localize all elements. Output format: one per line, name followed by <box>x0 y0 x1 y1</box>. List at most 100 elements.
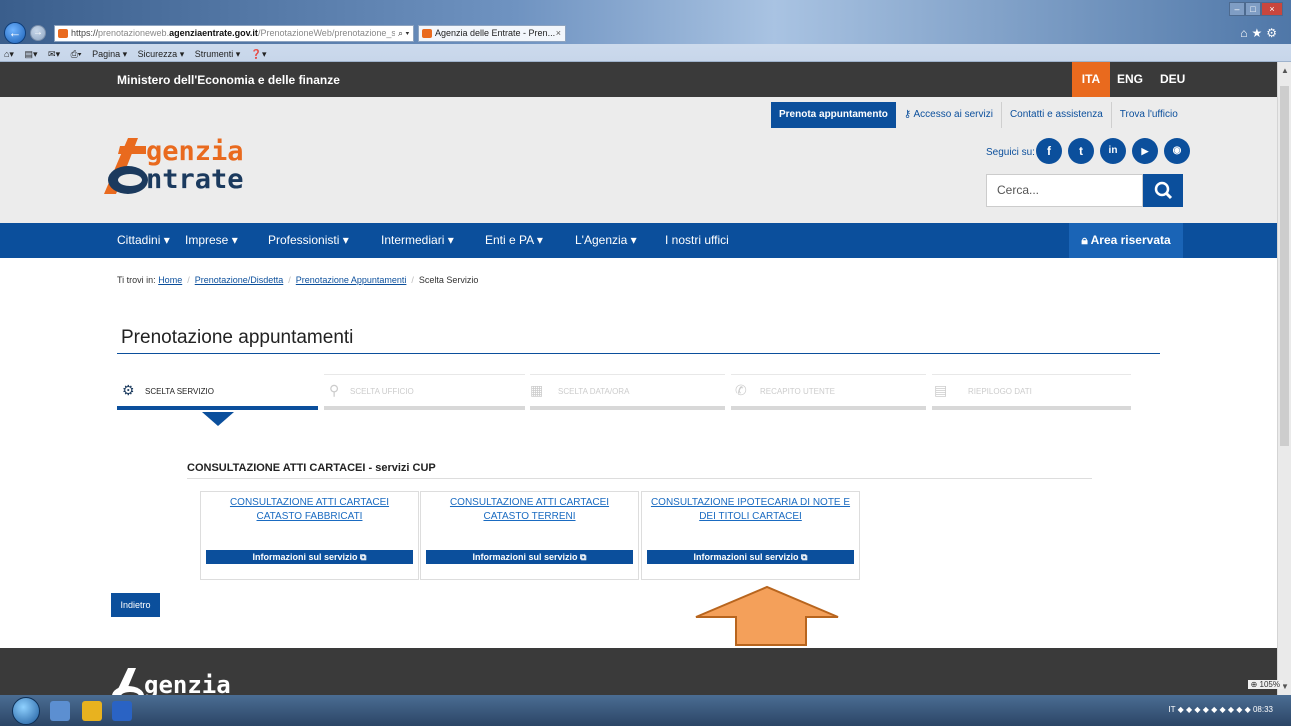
section-divider <box>187 478 1092 479</box>
service-card: CONSULTAZIONE ATTI CARTACEI CATASTO FABBR… <box>200 491 419 580</box>
web-page: Ministero dell'Economia e delle finanze … <box>0 62 1277 695</box>
feeds-icon[interactable]: ▤▾ <box>24 49 37 59</box>
twitter-icon[interactable]: t <box>1068 138 1094 164</box>
command-strumenti[interactable]: Strumenti ▾ <box>195 49 241 59</box>
vertical-scrollbar[interactable]: ▲ ▼ <box>1277 62 1291 695</box>
nav-agenzia[interactable]: L'Agenzia ▾ <box>575 223 637 258</box>
browser-tab[interactable]: Agenzia delle Entrate - Pren... × <box>418 25 566 42</box>
nav-label: Intermediari <box>381 233 445 247</box>
mail-icon[interactable]: ✉▾ <box>48 49 60 59</box>
home-favorites-settings-icons[interactable]: ⌂★⚙ <box>1240 26 1281 40</box>
phone-icon: ✆ <box>735 382 747 398</box>
breadcrumb-current: Scelta Servizio <box>418 275 479 285</box>
command-bar: ⌂▾ ▤▾ ✉▾ ⎙▾ Pagina ▾ Sicurezza ▾ Strumen… <box>0 46 275 62</box>
info-label: Informazioni sul servizio <box>252 552 358 562</box>
back-icon[interactable]: ← <box>4 22 26 44</box>
close-tab-icon[interactable]: × <box>556 26 561 41</box>
youtube-icon[interactable]: ▶ <box>1132 138 1158 164</box>
nav-intermediari[interactable]: Intermediari ▾ <box>381 223 454 258</box>
url-subdomain: prenotazioneweb. <box>98 28 170 38</box>
breadcrumb-home[interactable]: Home <box>158 275 182 285</box>
area-riservata-button[interactable]: 🔒︎ Area riservata <box>1069 223 1183 258</box>
logo-line2: ntrate <box>146 164 244 195</box>
title-divider <box>117 353 1160 354</box>
info-servizio-button[interactable]: Informazioni sul servizio ⧉ <box>426 550 633 564</box>
info-servizio-button[interactable]: Informazioni sul servizio ⧉ <box>206 550 413 564</box>
service-link-ipotecaria[interactable]: CONSULTAZIONE IPOTECARIA DI NOTE E DEI TI… <box>648 496 853 524</box>
search-button[interactable] <box>1143 174 1183 207</box>
rss-icon[interactable]: ◉ <box>1164 138 1190 164</box>
info-servizio-button[interactable]: Informazioni sul servizio ⧉ <box>647 550 854 564</box>
step-bar <box>932 406 1131 410</box>
lang-eng[interactable]: ENG <box>1117 62 1143 97</box>
nav-nostri-uffici[interactable]: I nostri uffici <box>665 223 729 258</box>
step-bar <box>731 406 926 410</box>
command-pagina[interactable]: Pagina ▾ <box>92 49 127 59</box>
step-label: SCELTA SERVIZIO <box>145 387 214 396</box>
linkedin-icon[interactable]: in <box>1100 138 1126 164</box>
lang-ita[interactable]: ITA <box>1072 62 1110 97</box>
step-topline <box>530 374 725 375</box>
lang-deu[interactable]: DEU <box>1160 62 1185 97</box>
language-indicator[interactable]: IT <box>1168 705 1175 714</box>
site-header: genzia ntrate Prenota appuntamento ⚷ Acc… <box>0 97 1277 223</box>
scroll-thumb[interactable] <box>1280 86 1289 446</box>
scroll-up-icon[interactable]: ▲ <box>1280 66 1290 75</box>
nav-imprese[interactable]: Imprese ▾ <box>185 223 238 258</box>
util-trova-ufficio[interactable]: Trova l'ufficio <box>1112 102 1186 128</box>
back-button[interactable]: Indietro <box>111 593 160 617</box>
url-prefix: https:// <box>71 28 99 38</box>
breadcrumb-prefix: Ti trovi in: <box>117 275 156 285</box>
service-link-terreni[interactable]: CONSULTAZIONE ATTI CARTACEI CATASTO TERRE… <box>427 496 632 524</box>
breadcrumb: Ti trovi in: Home / Prenotazione/Disdetta /… <box>117 275 478 285</box>
system-tray: IT ◆ ◆ ◆ ◆ ◆ ◆ ◆ ◆ ◆ 08:33 <box>1168 705 1273 714</box>
clock[interactable]: 08:33 <box>1253 705 1273 714</box>
minimize-icon[interactable]: – <box>1229 2 1245 16</box>
word-taskbar-icon[interactable] <box>112 701 132 721</box>
utility-nav: Prenota appuntamento ⚷ Accesso ai serviz… <box>771 102 1186 128</box>
browser-chrome: ← → https://prenotazioneweb.agenziaentra… <box>0 0 1291 62</box>
breadcrumb-separator: / <box>187 275 190 285</box>
help-icon[interactable]: ❓▾ <box>251 49 267 59</box>
ministry-link[interactable]: Ministero dell'Economia e delle finanze <box>117 73 340 87</box>
external-link-icon: ⧉ <box>360 552 367 562</box>
step-scelta-ufficio: ⚲ SCELTA UFFICIO <box>324 374 525 410</box>
service-link-fabbricati[interactable]: CONSULTAZIONE ATTI CARTACEI CATASTO FABBR… <box>207 496 412 524</box>
util-prenota-appuntamento[interactable]: Prenota appuntamento <box>771 102 896 128</box>
start-button[interactable] <box>12 697 40 725</box>
info-label: Informazioni sul servizio <box>693 552 799 562</box>
util-accesso-servizi[interactable]: ⚷ Accesso ai servizi <box>896 102 1002 128</box>
step-bar <box>530 406 725 410</box>
ie-taskbar-icon[interactable] <box>50 701 70 721</box>
nav-cittadini[interactable]: Cittadini ▾ <box>117 223 170 258</box>
address-actions-icon[interactable]: ⌕ ▾ 🔒 C <box>395 26 413 41</box>
command-sicurezza[interactable]: Sicurezza ▾ <box>138 49 185 59</box>
address-bar[interactable]: https://prenotazioneweb.agenziaentrate.g… <box>54 25 414 42</box>
url-domain: agenziaentrate.gov.it <box>169 28 258 38</box>
breadcrumb-prenotazione-appuntamenti[interactable]: Prenotazione Appuntamenti <box>296 275 407 285</box>
close-window-icon[interactable]: × <box>1261 2 1283 16</box>
search-input[interactable]: Cerca... <box>986 174 1143 207</box>
gears-icon: ⚙ <box>122 382 135 398</box>
explorer-taskbar-icon[interactable] <box>82 701 102 721</box>
util-contatti[interactable]: Contatti e assistenza <box>1002 102 1112 128</box>
home-menu-icon[interactable]: ⌂▾ <box>4 49 14 59</box>
seguici-label: Seguici su: <box>986 147 1035 158</box>
tray-icons[interactable]: ◆ ◆ ◆ ◆ ◆ ◆ ◆ ◆ ◆ <box>1178 705 1253 714</box>
maximize-icon[interactable]: □ <box>1245 2 1261 16</box>
facebook-icon[interactable]: f <box>1036 138 1062 164</box>
nav-professionisti[interactable]: Professionisti ▾ <box>268 223 349 258</box>
breadcrumb-prenotazione-disdetta[interactable]: Prenotazione/Disdetta <box>195 275 284 285</box>
zoom-indicator[interactable]: ⊕ 105% <box>1247 680 1283 689</box>
section-title: CONSULTAZIONE ATTI CARTACEI - servizi CU… <box>187 462 436 474</box>
agenzia-entrate-logo[interactable]: genzia ntrate <box>100 132 310 198</box>
footer-logo-text: genzia <box>144 671 231 695</box>
nav-label: L'Agenzia <box>575 233 628 247</box>
step-label: SCELTA UFFICIO <box>350 387 414 396</box>
nav-label: Professionisti <box>268 233 340 247</box>
logo-a-icon <box>104 138 148 194</box>
print-icon[interactable]: ⎙▾ <box>71 49 82 59</box>
nav-enti-pa[interactable]: Enti e PA ▾ <box>485 223 543 258</box>
forward-icon[interactable]: → <box>30 25 46 41</box>
footer-logo-icon <box>112 668 144 695</box>
